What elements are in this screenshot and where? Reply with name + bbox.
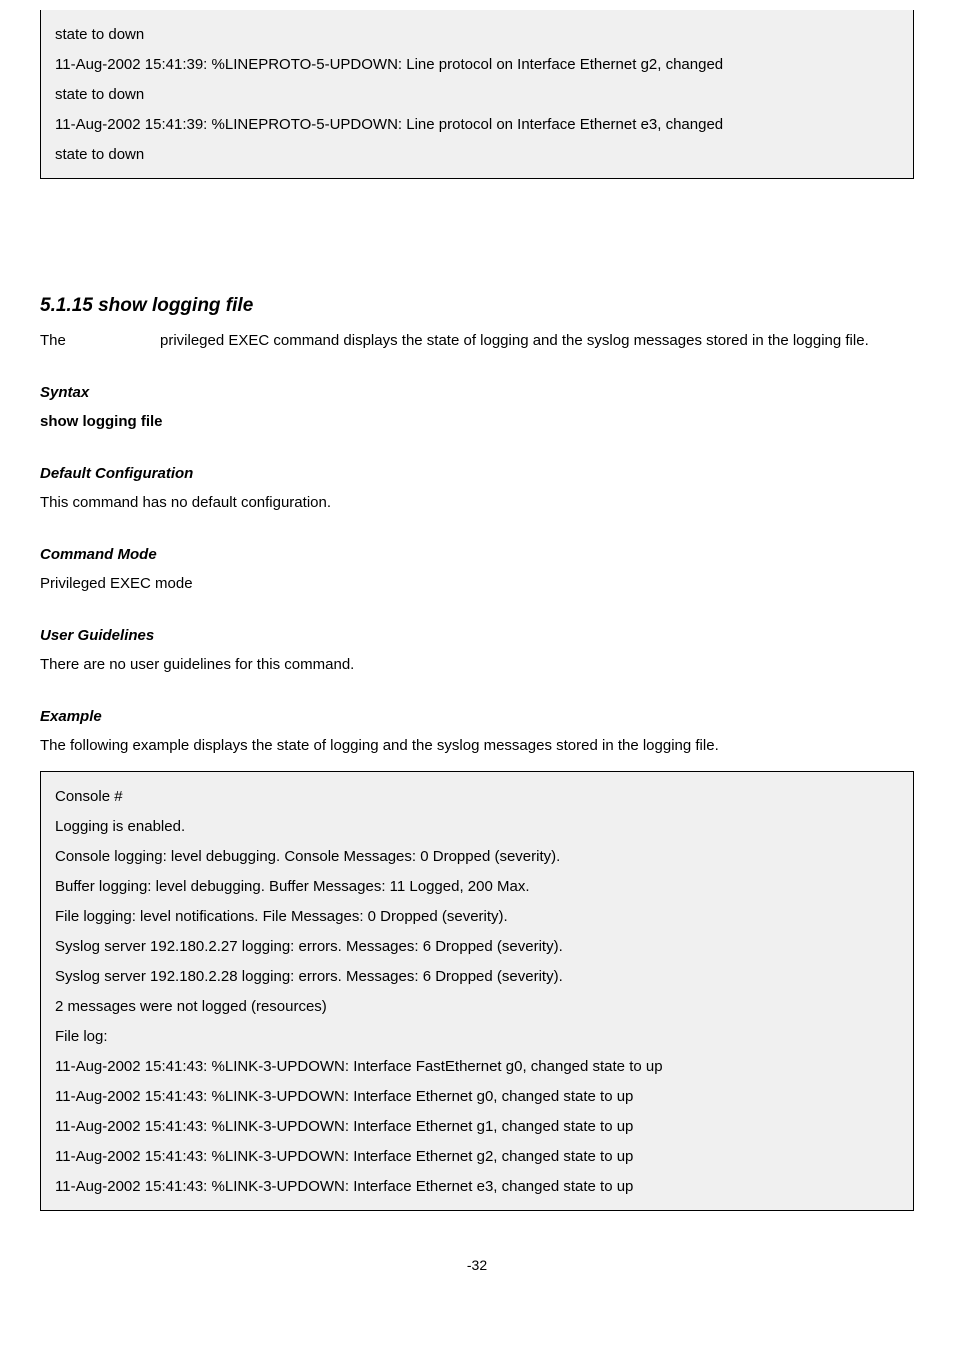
log-line: state to down (55, 80, 899, 110)
log-line: Syslog server 192.180.2.28 logging: erro… (55, 962, 899, 992)
page-number: -32 (40, 1251, 914, 1279)
command-mode-heading: Command Mode (40, 544, 914, 565)
command-mode-text: Privileged EXEC mode (40, 569, 914, 599)
log-line: Logging is enabled. (55, 812, 899, 842)
log-line: 11-Aug-2002 15:41:43: %LINK-3-UPDOWN: In… (55, 1172, 899, 1202)
log-line: state to down (55, 20, 899, 50)
log-line: state to down (55, 140, 899, 170)
console-prompt-line: Console # (55, 782, 899, 812)
console-prompt: Console # (55, 788, 123, 805)
example-intro: The following example displays the state… (40, 731, 914, 761)
log-line: File logging: level notifications. File … (55, 902, 899, 932)
log-line: 11-Aug-2002 15:41:43: %LINK-3-UPDOWN: In… (55, 1052, 899, 1082)
example-output-box: Console # Logging is enabled. Console lo… (40, 771, 914, 1211)
log-line: File log: (55, 1022, 899, 1052)
log-line: 11-Aug-2002 15:41:39: %LINEPROTO-5-UPDOW… (55, 50, 899, 80)
syntax-heading: Syntax (40, 382, 914, 403)
desc-prefix: The (40, 326, 160, 356)
command-description: The privileged EXEC command displays the… (40, 326, 914, 356)
guidelines-text: There are no user guidelines for this co… (40, 650, 914, 680)
log-line: Buffer logging: level debugging. Buffer … (55, 872, 899, 902)
log-line: 11-Aug-2002 15:41:43: %LINK-3-UPDOWN: In… (55, 1142, 899, 1172)
log-output-box-top: state to down 11-Aug-2002 15:41:39: %LIN… (40, 10, 914, 179)
desc-suffix: privileged EXEC command displays the sta… (160, 332, 869, 349)
log-line: Console logging: level debugging. Consol… (55, 842, 899, 872)
guidelines-heading: User Guidelines (40, 625, 914, 646)
log-line: 11-Aug-2002 15:41:39: %LINEPROTO-5-UPDOW… (55, 110, 899, 140)
default-config-text: This command has no default configuratio… (40, 488, 914, 518)
section-heading: 5.1.15 show logging file (40, 293, 914, 320)
log-line: 11-Aug-2002 15:41:43: %LINK-3-UPDOWN: In… (55, 1082, 899, 1112)
default-config-heading: Default Configuration (40, 463, 914, 484)
log-line: 2 messages were not logged (resources) (55, 992, 899, 1022)
syntax-command: show logging file (40, 413, 163, 430)
example-heading: Example (40, 706, 914, 727)
log-line: 11-Aug-2002 15:41:43: %LINK-3-UPDOWN: In… (55, 1112, 899, 1142)
log-line: Syslog server 192.180.2.27 logging: erro… (55, 932, 899, 962)
syntax-body: show logging file (40, 407, 914, 437)
